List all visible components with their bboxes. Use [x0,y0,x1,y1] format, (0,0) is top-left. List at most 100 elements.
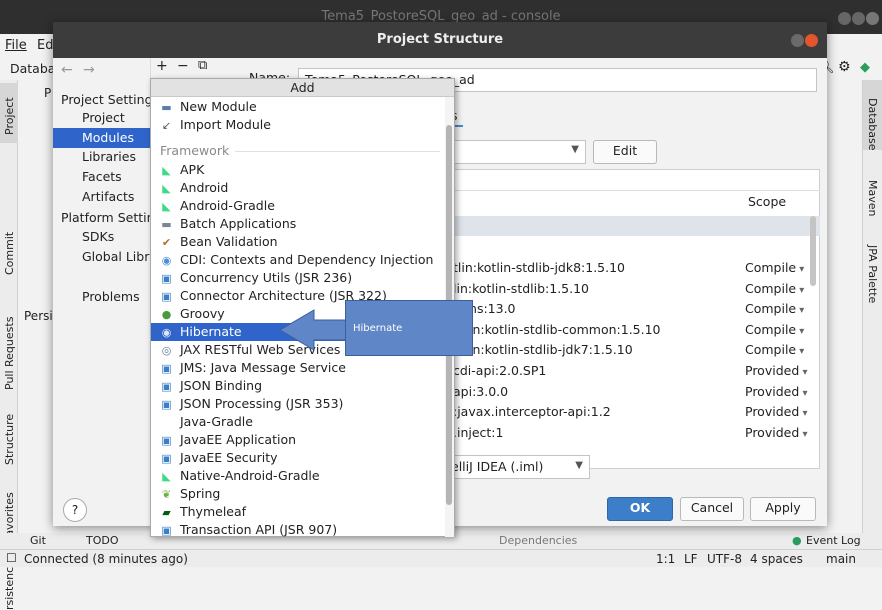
dependency-scope-select[interactable]: Compile [745,257,804,280]
plugin-icon[interactable]: ◆ [860,60,870,75]
table-scrollbar[interactable] [810,216,816,286]
popup-item-android-gradle[interactable]: ◣ Android-Gradle [151,197,445,215]
tool-dependencies[interactable]: Dependencies [499,534,577,547]
help-button[interactable]: ? [63,498,87,522]
ok-button[interactable]: OK [607,497,673,521]
category-problems[interactable]: Problems [82,287,140,307]
dependency-row[interactable]: :javax.interceptor-api:1.2 Provided [453,401,833,422]
forward-arrow-icon[interactable]: → [83,62,95,78]
tool-persistence[interactable]: rsistence [3,560,16,610]
dialog-category-sidebar: ← → Project Settings Project Modules Lib… [53,58,180,526]
tool-jpa-palette[interactable]: JPA Palette [866,245,879,303]
tool-structure[interactable]: Structure [3,414,16,465]
popup-item-label: Batch Applications [180,216,297,231]
popup-item-apk[interactable]: ◣ APK [151,161,445,179]
sdk-select[interactable]: ▼ [453,140,586,164]
popup-item-spring[interactable]: ❦ Spring [151,485,445,503]
dependency-scope-select[interactable]: Provided [745,381,807,404]
tool-commit[interactable]: Commit [3,232,16,275]
dependency-scope-select[interactable]: Compile [745,339,804,362]
globe-icon: ◎ [161,344,172,357]
dependency-scope-select[interactable]: Provided [745,360,807,383]
scope-column-header: Scope [748,194,787,209]
folder-icon: ▬ [161,218,172,231]
close-icon[interactable] [866,12,879,25]
status-position[interactable]: 1:1 [656,552,675,566]
tool-database[interactable]: Database [866,98,879,151]
status-branch[interactable]: main [826,552,856,566]
popup-item-json-processing-jsr-353[interactable]: ▣ JSON Processing (JSR 353) [151,395,445,413]
popup-item-bean-validation[interactable]: ✔ Bean Validation [151,233,445,251]
popup-item-thymeleaf[interactable]: ▰ Thymeleaf [151,503,445,521]
popup-item-native-android-gradle[interactable]: ◣ Native-Android-Gradle [151,467,445,485]
dialog-close-icon[interactable] [805,34,818,47]
remove-module-button[interactable]: − [177,58,189,74]
toolbar-database-label[interactable]: Databa [10,61,55,76]
dependency-row[interactable]: tions:13.0 Compile [453,298,833,319]
popup-item-batch-applications[interactable]: ▬ Batch Applications [151,215,445,233]
add-popup-title: Add [151,79,454,97]
popup-item-label: JSON Processing (JSR 353) [180,396,344,411]
category-artifacts[interactable]: Artifacts [82,187,134,207]
category-facets[interactable]: Facets [82,167,122,187]
popup-item-new-module[interactable]: ▬ New Module [151,98,445,116]
popup-item-javaee-security[interactable]: ▣ JavaEE Security [151,449,445,467]
dependency-row[interactable]: .inject:1 Provided [453,422,833,443]
edit-button[interactable]: Edit [593,140,657,164]
category-libraries[interactable]: Libraries [82,147,136,167]
popup-item-cdi-contexts-and-dependency-injection[interactable]: ◉ CDI: Contexts and Dependency Injection [151,251,445,269]
popup-item-android[interactable]: ◣ Android [151,179,445,197]
popup-item-transaction-api-jsr-907[interactable]: ▣ Transaction API (JSR 907) [151,521,445,539]
table-divider [453,190,820,191]
popup-item-javaee-application[interactable]: ▣ JavaEE Application [151,431,445,449]
popup-item-import-module[interactable]: ↙ Import Module [151,116,445,134]
popup-item-json-binding[interactable]: ▣ JSON Binding [151,377,445,395]
popup-item-java-gradle[interactable]: Java-Gradle [151,413,445,431]
dependency-row[interactable]: cdi-api:2.0.SP1 Provided [453,360,833,381]
copy-module-button[interactable]: ⧉ [198,58,207,73]
category-project[interactable]: Project [82,108,125,128]
popup-item-concurrency-utils-jsr-236[interactable]: ▣ Concurrency Utils (JSR 236) [151,269,445,287]
javaee-icon: ▣ [161,290,172,303]
dependency-row[interactable]: otlin:kotlin-stdlib-common:1.5.10 Compile [453,319,833,340]
popup-item-label: Android-Gradle [180,198,275,213]
back-arrow-icon[interactable]: ← [61,62,73,78]
dependency-scope-select[interactable]: Provided [745,422,807,445]
cancel-button[interactable]: Cancel [680,497,744,521]
menu-file[interactable]: File [5,38,27,53]
table-selected-row[interactable] [453,216,820,236]
tool-event-log[interactable]: Event Log [806,534,861,547]
dependency-row[interactable]: otlin:kotlin-stdlib-jdk7:1.5.10 Compile [453,339,833,360]
dependencies-table: Scope tlin:kotlin-stdlib-jdk8:1.5.10 Comp… [453,169,820,469]
dependency-scope-select[interactable]: Provided [745,401,807,424]
add-module-button[interactable]: + [156,58,168,74]
tool-pull-requests[interactable]: Pull Requests [3,317,16,390]
tool-todo[interactable]: TODO [86,534,119,547]
dependency-scope-select[interactable]: Compile [745,298,804,321]
category-sdks[interactable]: SDKs [82,227,114,247]
dependency-row[interactable]: lin:kotlin-stdlib:1.5.10 Compile [453,278,833,299]
javaee-icon: ▣ [161,398,172,411]
chevron-down-icon: ▼ [571,144,579,155]
module-format-select[interactable]: elliJ IDEA (.iml) ▼ [451,455,590,479]
dialog-minimize-icon[interactable] [791,34,804,47]
maximize-icon[interactable] [852,12,865,25]
framework-section: Framework [160,143,440,158]
bean-icon: ✔ [161,236,172,249]
gear-icon[interactable]: ⚙ [838,59,851,75]
dependency-row[interactable]: tlin:kotlin-stdlib-jdk8:1.5.10 Compile [453,257,833,278]
popup-item-jms-java-message-service[interactable]: ▣ JMS: Java Message Service [151,359,445,377]
category-global-libraries[interactable]: Global Libra [82,247,157,267]
popup-item-label: Hibernate [180,324,242,339]
tool-project[interactable]: Project [3,97,16,135]
dependency-row[interactable]: api:3.0.0 Provided [453,381,833,402]
apply-button[interactable]: Apply [750,497,816,521]
dependency-scope-select[interactable]: Compile [745,278,804,301]
minimize-icon[interactable] [838,12,851,25]
status-indent[interactable]: 4 spaces [750,552,803,566]
status-line-separator[interactable]: LF [684,552,698,566]
tool-maven[interactable]: Maven [866,180,879,216]
tool-git[interactable]: Git [30,534,46,547]
status-encoding[interactable]: UTF-8 [707,552,742,566]
dependency-scope-select[interactable]: Compile [745,319,804,342]
